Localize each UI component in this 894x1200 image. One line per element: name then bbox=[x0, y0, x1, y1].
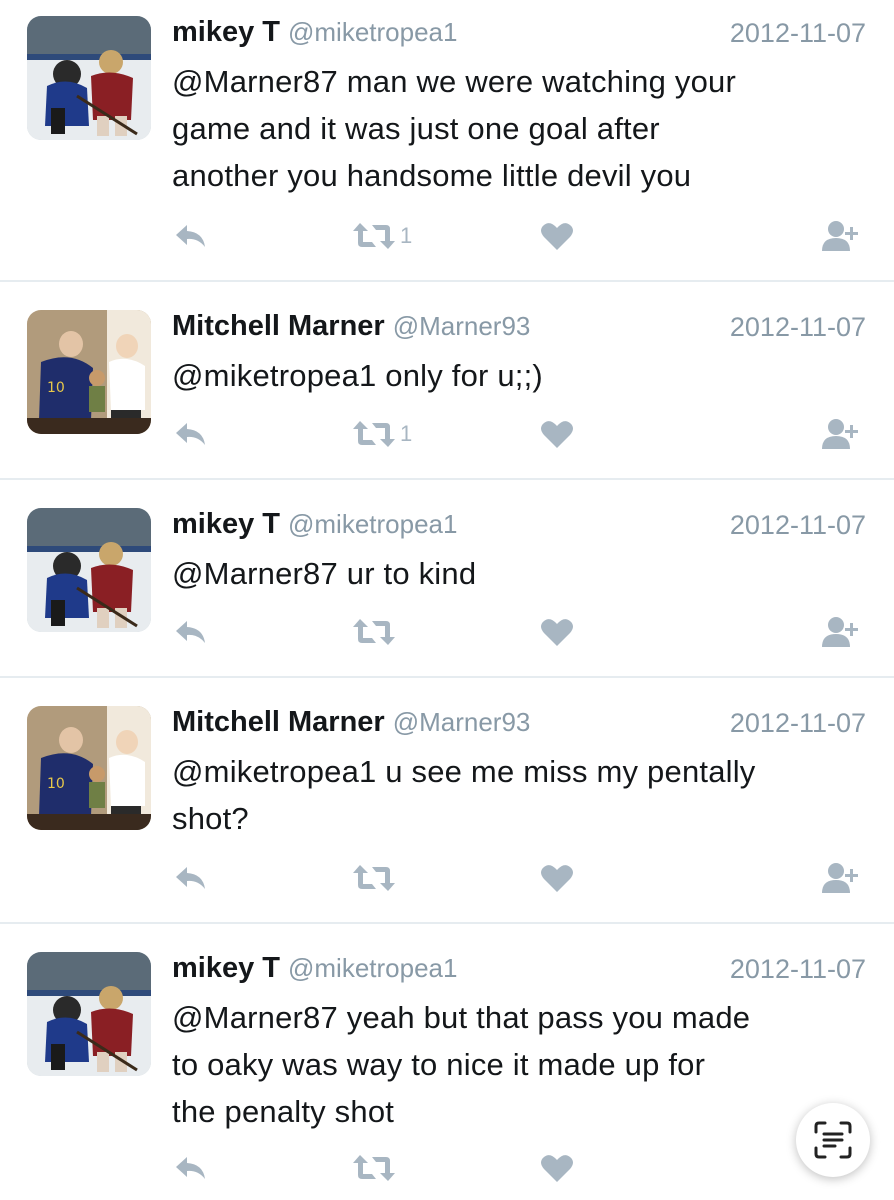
tweet-text-line: the penalty shot bbox=[172, 1094, 395, 1129]
follow-button[interactable] bbox=[820, 614, 860, 650]
avatar[interactable] bbox=[27, 508, 151, 632]
reply-icon bbox=[176, 423, 205, 445]
live-text-scan-button[interactable] bbox=[796, 1103, 870, 1177]
reply-button[interactable] bbox=[174, 860, 208, 896]
reply-icon bbox=[176, 1157, 205, 1179]
user-handle[interactable]: @Marner93 bbox=[393, 707, 531, 737]
heart-icon bbox=[541, 619, 573, 646]
svg-text:10: 10 bbox=[47, 380, 65, 396]
display-name[interactable]: mikey T bbox=[172, 952, 280, 984]
like-button[interactable] bbox=[540, 218, 574, 254]
tweet-header: Mitchell Marner @Marner93 2012-11-07 bbox=[172, 706, 866, 742]
retweet-icon bbox=[353, 223, 395, 249]
tweet-timeline: mikey T @miketropea1 2012-11-07 @Marner87… bbox=[0, 0, 894, 1200]
follow-button[interactable] bbox=[820, 218, 860, 254]
reply-icon bbox=[176, 621, 205, 643]
heart-icon bbox=[541, 421, 573, 448]
retweet-button[interactable]: 1 bbox=[352, 416, 412, 452]
reply-button[interactable] bbox=[174, 1150, 208, 1186]
tweet-date[interactable]: 2012-11-07 bbox=[730, 510, 866, 541]
tweet[interactable]: mikey T @miketropea1 2012-11-07 @Marner87… bbox=[0, 0, 894, 282]
tweet[interactable]: 10 Mitchell Marner @Marner93 2012-11-07 @… bbox=[0, 678, 894, 924]
tweet-header: Mitchell Marner @Marner93 2012-11-07 bbox=[172, 310, 866, 346]
tweet-text-line: @miketropea1 only for u;;) bbox=[172, 358, 543, 393]
reply-button[interactable] bbox=[174, 218, 208, 254]
tweet-header: mikey T @miketropea1 2012-11-07 bbox=[172, 508, 866, 544]
retweet-icon bbox=[353, 421, 395, 447]
reply-icon bbox=[176, 867, 205, 889]
tweet-text: @miketropea1 u see me miss my pentally s… bbox=[172, 748, 872, 842]
display-name[interactable]: Mitchell Marner bbox=[172, 706, 385, 738]
tweet-text: @miketropea1 only for u;;) bbox=[172, 352, 872, 399]
like-button[interactable] bbox=[540, 614, 574, 650]
retweet-count: 1 bbox=[400, 223, 413, 248]
tweet-text-line: shot? bbox=[172, 801, 249, 836]
follow-user-icon bbox=[822, 617, 858, 647]
tweet-actions bbox=[172, 614, 866, 650]
tweet-text: @Marner87 man we were watching your game… bbox=[172, 58, 872, 199]
live-text-scan-icon bbox=[814, 1121, 852, 1159]
display-name[interactable]: mikey T bbox=[172, 16, 280, 48]
tweet-text: @Marner87 yeah but that pass you made to… bbox=[172, 994, 872, 1135]
like-button[interactable] bbox=[540, 416, 574, 452]
retweet-button[interactable] bbox=[352, 614, 400, 650]
user-handle[interactable]: @miketropea1 bbox=[288, 509, 457, 539]
display-name[interactable]: mikey T bbox=[172, 508, 280, 540]
svg-text:10: 10 bbox=[47, 776, 65, 792]
tweet[interactable]: 10 Mitchell Marner @Marner93 2012-11-07 @… bbox=[0, 282, 894, 480]
tweet[interactable]: mikey T @miketropea1 2012-11-07 @Marner87… bbox=[0, 924, 894, 1200]
avatar[interactable]: 10 bbox=[27, 706, 151, 830]
avatar[interactable] bbox=[27, 16, 151, 140]
tweet-date[interactable]: 2012-11-07 bbox=[730, 18, 866, 49]
heart-icon bbox=[541, 223, 573, 250]
like-button[interactable] bbox=[540, 860, 574, 896]
tweet-date[interactable]: 2012-11-07 bbox=[730, 312, 866, 343]
tweet-header: mikey T @miketropea1 2012-11-07 bbox=[172, 16, 866, 52]
user-handle[interactable]: @Marner93 bbox=[393, 311, 531, 341]
tweet-text-line: @Marner87 ur to kind bbox=[172, 556, 477, 591]
retweet-icon bbox=[353, 865, 395, 891]
user-handle[interactable]: @miketropea1 bbox=[288, 953, 457, 983]
avatar[interactable] bbox=[27, 952, 151, 1076]
reply-button[interactable] bbox=[174, 416, 208, 452]
tweet-text-line: @Marner87 yeah but that pass you made bbox=[172, 1000, 751, 1035]
display-name[interactable]: Mitchell Marner bbox=[172, 310, 385, 342]
tweet-actions bbox=[172, 860, 866, 896]
tweet-text: @Marner87 ur to kind bbox=[172, 550, 872, 597]
follow-user-icon bbox=[822, 863, 858, 893]
user-handle[interactable]: @miketropea1 bbox=[288, 17, 457, 47]
tweet[interactable]: mikey T @miketropea1 2012-11-07 @Marner87… bbox=[0, 480, 894, 678]
tweet-actions bbox=[172, 1150, 866, 1186]
retweet-icon bbox=[353, 619, 395, 645]
follow-user-icon bbox=[822, 221, 858, 251]
tweet-actions: 1 bbox=[172, 416, 866, 452]
tweet-text-line: game and it was just one goal after bbox=[172, 111, 660, 146]
retweet-count: 1 bbox=[400, 421, 413, 446]
follow-button[interactable] bbox=[820, 860, 860, 896]
reply-button[interactable] bbox=[174, 614, 208, 650]
retweet-button[interactable] bbox=[352, 860, 400, 896]
avatar[interactable]: 10 bbox=[27, 310, 151, 434]
tweet-actions: 1 bbox=[172, 218, 866, 254]
tweet-text-line: @miketropea1 u see me miss my pentally bbox=[172, 754, 756, 789]
tweet-date[interactable]: 2012-11-07 bbox=[730, 708, 866, 739]
heart-icon bbox=[541, 1155, 573, 1182]
retweet-button[interactable] bbox=[352, 1150, 400, 1186]
reply-icon bbox=[176, 225, 205, 247]
tweet-text-line: another you handsome little devil you bbox=[172, 158, 692, 193]
retweet-icon bbox=[353, 1155, 395, 1181]
tweet-header: mikey T @miketropea1 2012-11-07 bbox=[172, 952, 866, 988]
follow-button[interactable] bbox=[820, 416, 860, 452]
tweet-date[interactable]: 2012-11-07 bbox=[730, 954, 866, 985]
heart-icon bbox=[541, 865, 573, 892]
tweet-text-line: to oaky was way to nice it made up for bbox=[172, 1047, 706, 1082]
tweet-text-line: @Marner87 man we were watching your bbox=[172, 64, 736, 99]
like-button[interactable] bbox=[540, 1150, 574, 1186]
retweet-button[interactable]: 1 bbox=[352, 218, 412, 254]
follow-user-icon bbox=[822, 419, 858, 449]
